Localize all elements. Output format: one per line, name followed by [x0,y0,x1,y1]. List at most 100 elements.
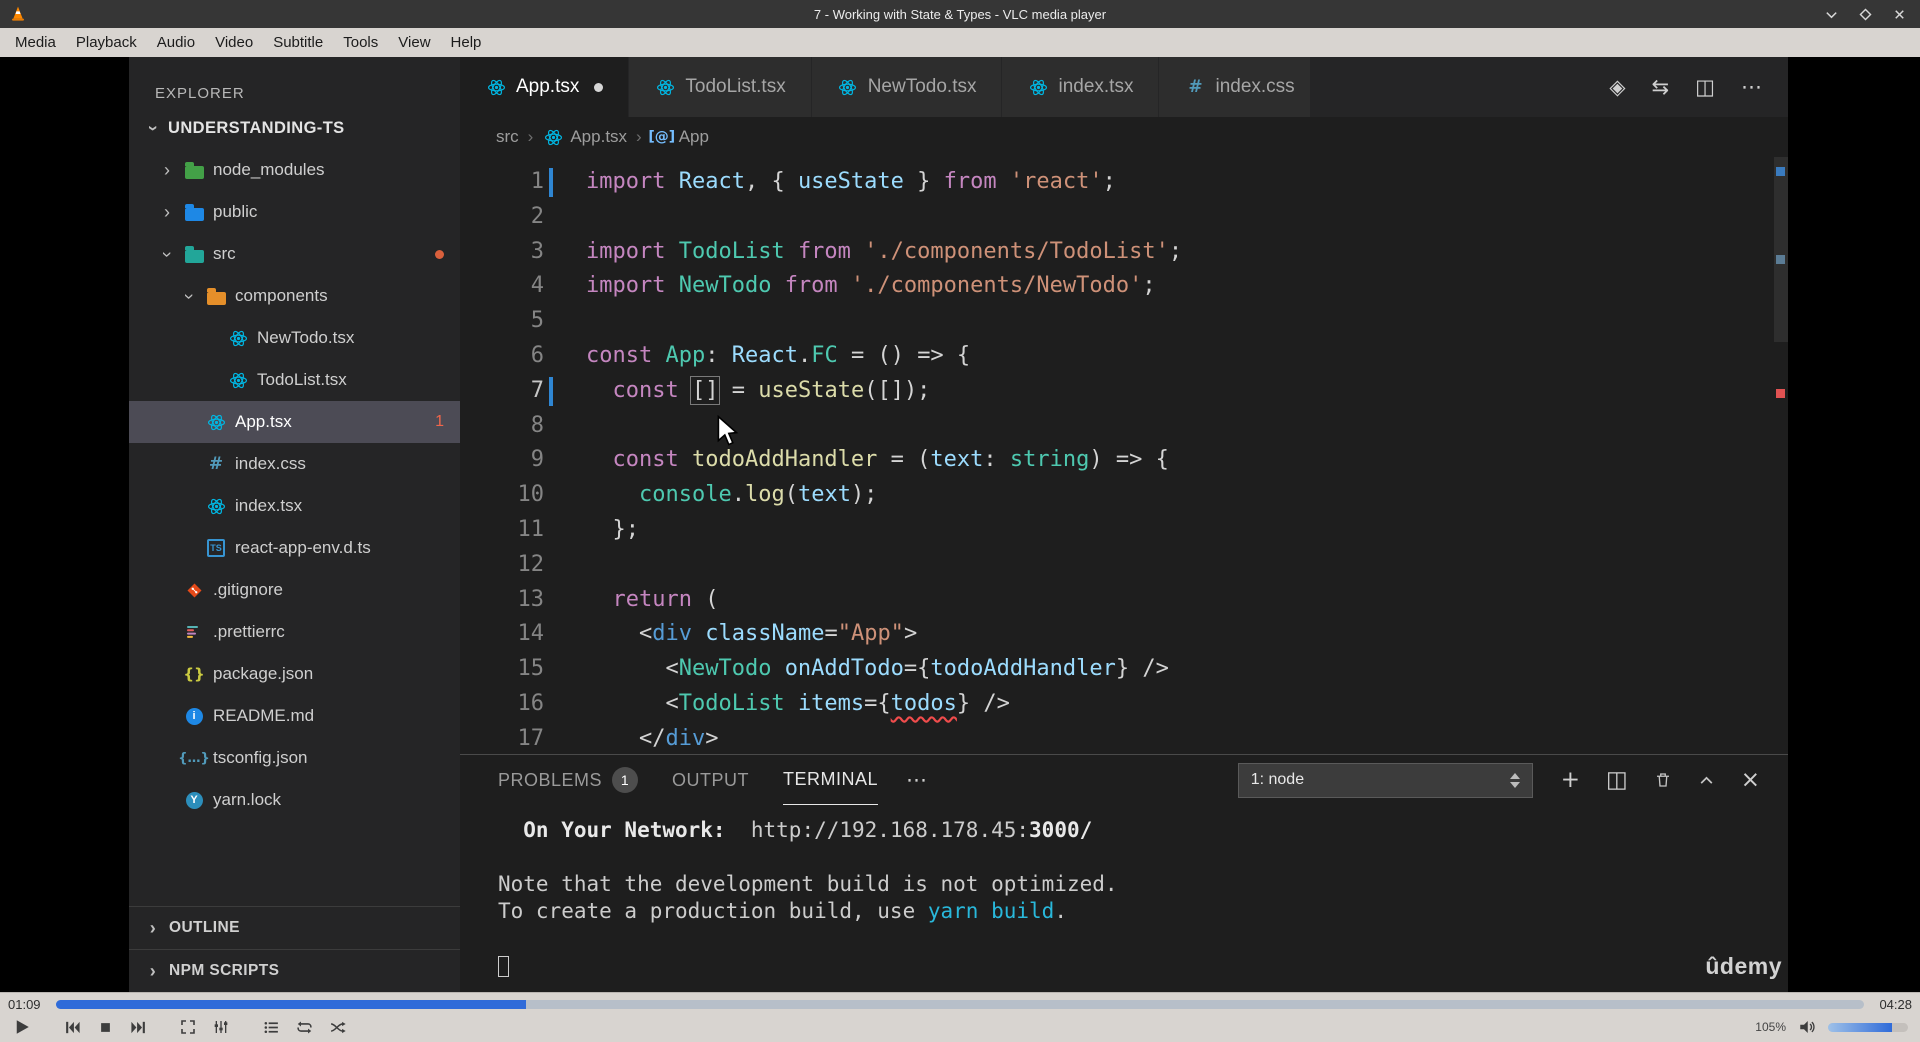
extended-settings-button[interactable] [207,1015,235,1039]
tab-app-tsx[interactable]: App.tsx [460,57,630,117]
maximize-panel-icon[interactable] [1698,772,1715,789]
next-button[interactable] [124,1015,152,1039]
tree-item-tsconfig-json[interactable]: {…} tsconfig.json [129,737,460,779]
close-panel-icon[interactable]: × [1741,767,1760,793]
react-icon [227,329,249,348]
code-line[interactable]: 16 <TodoList items={todos} /> [460,687,1788,722]
menu-view[interactable]: View [389,31,439,54]
time-total: 04:28 [1879,996,1912,1012]
tree-item-app-tsx[interactable]: App.tsx 1 [129,401,460,443]
play-button[interactable] [8,1015,36,1039]
tree-item-todolist-tsx[interactable]: TodoList.tsx [129,359,460,401]
fullscreen-button[interactable] [174,1015,202,1039]
tree-item-yarn-lock[interactable]: Yyarn.lock [129,779,460,821]
tab-index-tsx[interactable]: index.tsx [1002,57,1160,117]
panel-tab-problems[interactable]: PROBLEMS 1 [498,755,639,805]
gutter-spacer [544,339,556,374]
menu-tools[interactable]: Tools [334,31,387,54]
prettier-icon [183,624,205,640]
more-actions-icon[interactable]: ⋯ [1741,75,1762,99]
tree-item-public[interactable]: › public [129,191,460,233]
line-number: 14 [517,621,545,647]
open-changes-icon[interactable]: ◈ [1609,75,1625,99]
tree-item-newtodo-tsx[interactable]: NewTodo.tsx [129,317,460,359]
sidebar-section-npm-scripts[interactable]: › NPM SCRIPTS [129,949,460,992]
panel-more-icon[interactable]: ⋯ [906,768,927,792]
code-line[interactable]: 2 [460,200,1788,235]
breadcrumb-item-src[interactable]: src [496,127,519,147]
code-line[interactable]: 7 const [] = useState([]); [460,374,1788,409]
gutter-spacer [544,687,556,722]
tree-root-understanding-ts[interactable]: › UNDERSTANDING-TS [129,107,460,149]
menu-audio[interactable]: Audio [148,31,204,54]
line-number: 17 [517,725,545,751]
kill-terminal-icon[interactable] [1654,771,1672,789]
git-compare-icon[interactable]: ⇆ [1652,75,1670,99]
seek-slider[interactable] [56,999,1864,1009]
code-line[interactable]: 12 [460,548,1788,583]
tab-todolist-tsx[interactable]: TodoList.tsx [629,57,812,117]
code-line[interactable]: 6 const App: React.FC = () => { [460,339,1788,374]
split-editor-icon[interactable]: ◫ [1695,75,1715,99]
tab-index-css[interactable]: # index.css [1159,57,1310,117]
stop-button[interactable] [91,1015,119,1039]
tab-label: NewTodo.tsx [867,76,977,97]
volume-slider[interactable] [1828,1022,1908,1032]
tree-item-src[interactable]: › src [129,233,460,275]
tree-item-label: public [213,202,258,221]
tree-item-components[interactable]: › components [129,275,460,317]
symbol-icon: [@] [648,129,676,145]
breadcrumb-item-app[interactable]: [@] App [648,127,709,147]
tree-item-prettierrc[interactable]: .prettierrc [129,611,460,653]
maximize-button[interactable] [1854,3,1876,25]
loop-button[interactable] [290,1015,318,1039]
code-line[interactable]: 9 const todoAddHandler = (text: string) … [460,443,1788,478]
menu-subtitle[interactable]: Subtitle [264,31,332,54]
code-line[interactable]: 13 return ( [460,583,1788,618]
code-line[interactable]: 15 <NewTodo onAddTodo={todoAddHandler} /… [460,652,1788,687]
panel-tab-terminal[interactable]: TERMINAL [783,755,879,805]
tree-item-node-modules[interactable]: › node_modules [129,149,460,191]
code-line[interactable]: 14 <div className="App"> [460,617,1788,652]
vscode-window: EXPLORER › UNDERSTANDING-TS › node_module… [129,57,1788,992]
code-editor[interactable]: 1 import React, { useState } from 'react'… [460,157,1788,754]
new-terminal-icon[interactable]: + [1561,767,1580,793]
tree-item-react-app-env-d-ts[interactable]: TS react-app-env.d.ts [129,527,460,569]
tree-item-gitignore[interactable]: .gitignore [129,569,460,611]
volume-icon[interactable] [1793,1015,1821,1039]
video-area[interactable]: EXPLORER › UNDERSTANDING-TS › node_module… [0,57,1920,992]
gutter-spacer [544,548,556,583]
breadcrumb-item-app-tsx[interactable]: App.tsx [542,127,627,147]
tree-item-package-json[interactable]: {} package.json [129,653,460,695]
playlist-button[interactable] [257,1015,285,1039]
menu-media[interactable]: Media [6,31,65,54]
minimize-button[interactable] [1820,3,1842,25]
code-line[interactable]: 17 </div> [460,722,1788,754]
menu-playback[interactable]: Playback [67,31,146,54]
menu-help[interactable]: Help [442,31,491,54]
code-line[interactable]: 11 }; [460,513,1788,548]
random-button[interactable] [323,1015,351,1039]
terminal[interactable]: On Your Network: http://192.168.178.45:3… [460,805,1788,992]
terminal-selector[interactable]: 1: node [1237,762,1533,798]
scrollbar-thumb[interactable] [1774,157,1788,342]
tree-item-index-tsx[interactable]: index.tsx [129,485,460,527]
menu-video[interactable]: Video [206,31,262,54]
panel-tab-output[interactable]: OUTPUT [672,755,749,805]
code-line[interactable]: 10 console.log(text); [460,478,1788,513]
tree-item-readme-md[interactable]: i README.md [129,695,460,737]
overview-ruler[interactable] [1772,157,1788,754]
code-line[interactable]: 1 import React, { useState } from 'react'… [460,165,1788,200]
previous-button[interactable] [58,1015,86,1039]
code-line[interactable]: 5 [460,304,1788,339]
tree-item-index-css[interactable]: # index.css [129,443,460,485]
code-line[interactable]: 4 import NewTodo from './components/NewTo… [460,269,1788,304]
tab-newtodo-tsx[interactable]: NewTodo.tsx [811,57,1003,117]
sidebar-section-outline[interactable]: › OUTLINE [129,906,460,949]
close-button[interactable] [1888,3,1910,25]
split-terminal-icon[interactable]: ◫ [1606,767,1628,793]
code-line[interactable]: 8 [460,409,1788,444]
code-line[interactable]: 3 import TodoList from './components/Todo… [460,235,1788,270]
